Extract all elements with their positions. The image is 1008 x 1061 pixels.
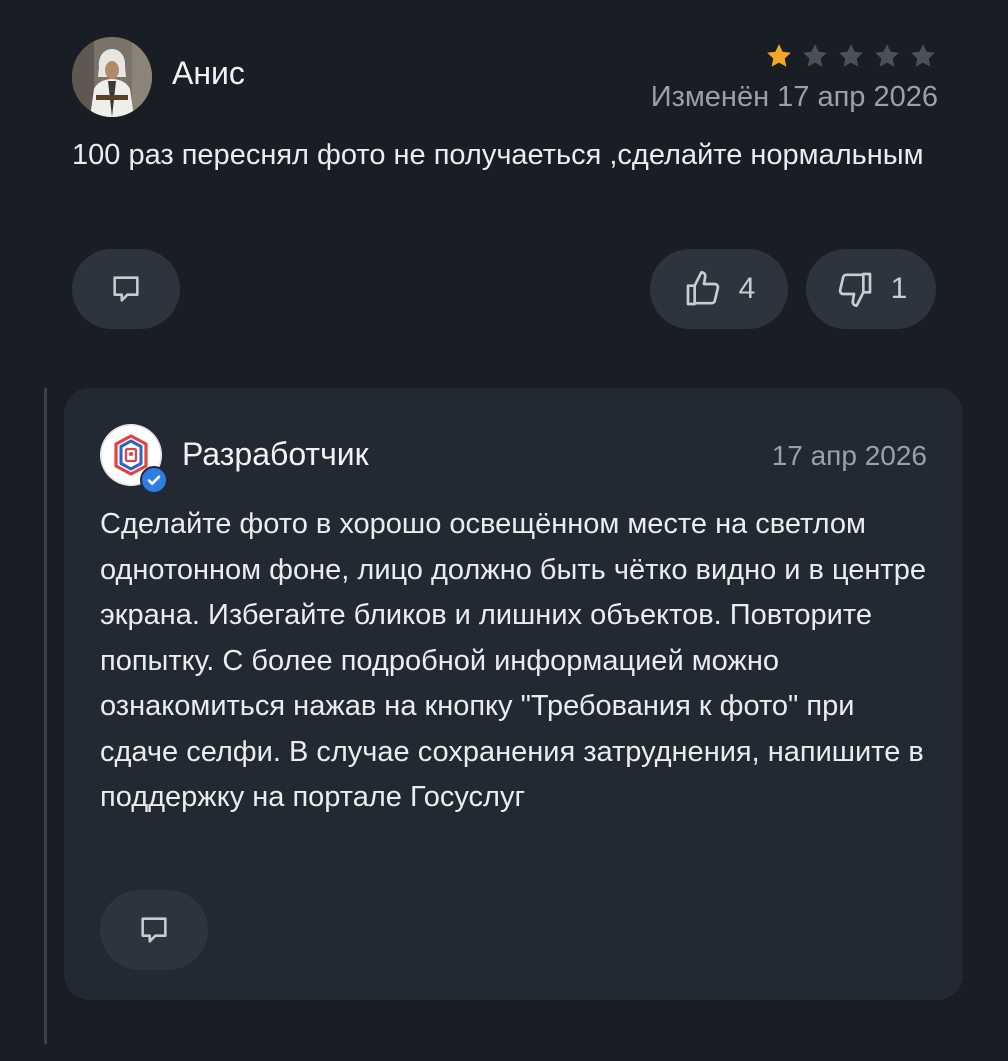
star-empty-icon xyxy=(875,44,899,67)
reply-date: 17 апр 2026 xyxy=(771,440,927,471)
star-filled-icon xyxy=(767,44,791,67)
review-author-name: Анис xyxy=(172,55,245,91)
star-empty-icon xyxy=(839,44,863,67)
review-text: 100 раз переснял фото не получаеться ,сд… xyxy=(72,139,924,171)
avatar[interactable] xyxy=(72,37,152,117)
review-header: Анис Изменён 17 апр 2026 xyxy=(72,37,938,117)
reply-text: Сделайте фото в хорошо освещённом месте … xyxy=(100,508,926,813)
dislike-button[interactable]: 1 xyxy=(806,249,936,329)
comment-icon xyxy=(113,276,139,302)
comment-icon xyxy=(141,917,167,943)
star-empty-icon xyxy=(911,44,935,67)
reply-button[interactable] xyxy=(72,249,180,329)
star-empty-icon xyxy=(803,44,827,67)
like-button[interactable]: 4 xyxy=(650,249,788,329)
developer-name: Разработчик xyxy=(182,436,369,472)
dislike-count: 1 xyxy=(890,272,908,305)
review-date: Изменён 17 апр 2026 xyxy=(650,81,938,113)
verified-check-icon xyxy=(140,466,168,494)
thread-line xyxy=(44,388,47,1044)
reply-comment-button[interactable] xyxy=(100,890,208,970)
rating-stars xyxy=(764,41,938,71)
developer-reply-card: Разработчик 17 апр 2026 Сделайте фото в … xyxy=(64,388,963,1000)
thumb-up-icon xyxy=(686,271,719,306)
thumb-down-icon xyxy=(838,272,871,307)
like-count: 4 xyxy=(738,272,756,305)
user-photo-icon xyxy=(72,37,152,117)
